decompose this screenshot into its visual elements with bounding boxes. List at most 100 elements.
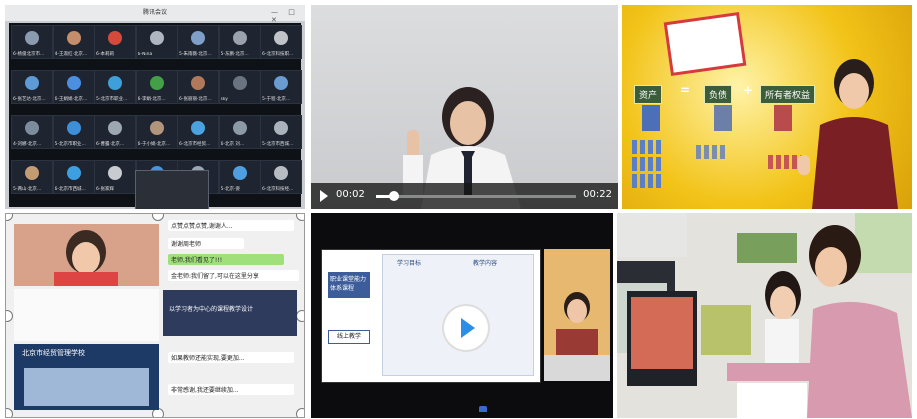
- slide-box: 职业课堂能力体系课程: [328, 272, 370, 298]
- participant-name: 6-张家辉: [96, 187, 114, 192]
- meeting-title: 腾讯会议: [5, 5, 305, 21]
- robots-and-presenter: [632, 59, 898, 209]
- participant-tile[interactable]: 6-李娟·北京...: [135, 70, 178, 104]
- participant-name: 5-北京市职业...: [96, 97, 128, 102]
- resize-handle[interactable]: [152, 214, 164, 221]
- avatar: [274, 166, 288, 180]
- participant-name: 6-北京市西城...: [54, 187, 86, 192]
- resize-handle[interactable]: [296, 214, 304, 221]
- avatar: [66, 121, 81, 135]
- participant-tile[interactable]: 6-北京科技职...: [260, 25, 302, 59]
- participant-tile[interactable]: 5-北京市职业...: [52, 115, 95, 149]
- avatar: [108, 31, 122, 45]
- avatar: [108, 121, 122, 135]
- resize-handle[interactable]: [296, 310, 304, 322]
- participant-tile[interactable]: 5-朱雨薇·北京...: [177, 25, 219, 59]
- participant-tile[interactable]: 6-曹露·北京...: [94, 115, 136, 149]
- video-player[interactable]: 00:02 00:22: [311, 5, 618, 209]
- participant-tile[interactable]: 6-张丽丽·北京...: [177, 70, 219, 104]
- participant-tile[interactable]: 6-北京科技经...: [260, 160, 302, 194]
- chat-message: 非常感谢,我还要继续加...: [168, 384, 294, 395]
- resize-handle[interactable]: [6, 408, 13, 417]
- participant-name: 6-Nina: [137, 52, 153, 57]
- participant-tile[interactable]: 6-本莉莉: [94, 25, 136, 59]
- participant-tile[interactable]: 6-杨俊北京市...: [11, 25, 53, 59]
- participant-name: 4-王淑红·北京...: [54, 52, 88, 57]
- scroll-indicator[interactable]: [479, 406, 487, 412]
- meeting-window: 腾讯会议 — □ ✕ 6-杨俊北京市... 4-王淑红·北京... 6-本莉莉 6-N…: [5, 5, 305, 209]
- participant-tile[interactable]: 6-北京 刘...: [218, 115, 261, 149]
- progress-knob[interactable]: [389, 191, 399, 201]
- chat-list: [14, 289, 159, 341]
- avatar: [191, 76, 205, 90]
- participant-name: 6-张艺达·北京...: [13, 97, 46, 102]
- avatar: [149, 121, 164, 135]
- participant-tile[interactable]: 5-两山·北京...: [11, 160, 53, 194]
- avatar: [66, 31, 81, 45]
- participant-name: 6-北京 刘...: [220, 142, 245, 147]
- participant-tile[interactable]: 5-北京·姿: [218, 160, 261, 194]
- avatar: [25, 166, 39, 180]
- avatar: [108, 166, 122, 180]
- chat-message: 金老师:我们留了,可以在这里分享: [168, 270, 299, 281]
- resize-handle[interactable]: [6, 310, 13, 322]
- duration: 00:22: [583, 189, 612, 200]
- meeting-popup-panel[interactable]: [135, 170, 209, 209]
- avatar: [232, 166, 247, 180]
- chat-message: 点赞点赞点赞,谢谢人...: [168, 220, 294, 231]
- participant-tile[interactable]: 5-北京市职业...: [94, 70, 136, 104]
- teacher-webcam: [14, 224, 159, 286]
- school-name: 北京市经贸管理学校: [22, 349, 85, 357]
- participant-tile[interactable]: 5-东鹏·北京...: [218, 25, 261, 59]
- video-controls: 00:02 00:22: [311, 183, 618, 209]
- window-controls[interactable]: — □ ✕: [271, 8, 301, 24]
- participant-name: 6-王娟娟·北京...: [54, 97, 88, 102]
- lecture-slide: 职业课堂能力体系课程 线上教学 学习目标 教学内容: [321, 249, 541, 383]
- participant-tile[interactable]: sky: [218, 70, 261, 104]
- participant-name: 5-朱雨薇·北京...: [179, 52, 212, 57]
- teacher-figure: [403, 87, 521, 209]
- participant-name: 5-北京市西城...: [262, 142, 294, 147]
- progress-bar[interactable]: [376, 191, 576, 201]
- resize-handle[interactable]: [296, 408, 304, 417]
- participant-name: 5-两山·北京...: [13, 187, 42, 192]
- participant-name: 6-曹露·北京...: [96, 142, 125, 147]
- participant-tile[interactable]: 5-北京市西城...: [260, 115, 302, 149]
- participant-name: 6-于小娟·北京...: [137, 142, 171, 147]
- current-time: 00:02: [336, 189, 365, 200]
- participant-tile[interactable]: 6-Nina: [135, 25, 178, 59]
- participant-tile[interactable]: 5-于程·北京...: [260, 70, 302, 104]
- avatar: [232, 76, 247, 90]
- accounting-animation: 资产 = 负债 + 所有者权益: [622, 5, 912, 209]
- avatar: [274, 31, 288, 45]
- participant-tile[interactable]: 6-北京市经贸...: [177, 115, 219, 149]
- participant-name: 5-东鹏·北京...: [220, 52, 249, 57]
- participant-name: 5-北京市职业...: [54, 142, 86, 147]
- school-banner: 北京市经贸管理学校: [14, 344, 159, 410]
- avatar: [25, 121, 39, 135]
- participant-name: 5-北京·姿: [220, 187, 240, 192]
- slide-thumbnail: 以学习者为中心的课程教学设计: [163, 290, 297, 336]
- lecture-video[interactable]: 职业课堂能力体系课程 线上教学 学习目标 教学内容: [311, 213, 613, 418]
- participant-tile[interactable]: 6-北京市西城...: [52, 160, 95, 194]
- participant-tile[interactable]: 6-张艺达·北京...: [11, 70, 53, 104]
- office-photo: [617, 213, 912, 418]
- participant-tile[interactable]: 4-王淑红·北京...: [52, 25, 95, 59]
- avatar: [108, 76, 122, 90]
- play-button[interactable]: [444, 306, 488, 350]
- participant-tile[interactable]: 6-于小娟·北京...: [135, 115, 178, 149]
- participant-name: 6-本莉莉: [96, 52, 114, 57]
- play-icon[interactable]: [320, 190, 328, 202]
- participant-name: 6-杨俊北京市...: [13, 52, 45, 57]
- avatar: [232, 31, 247, 45]
- table-header: 学习目标: [397, 260, 422, 267]
- avatar: [274, 76, 288, 90]
- video-frame: [311, 5, 618, 209]
- avatar: [274, 121, 288, 135]
- resize-handle[interactable]: [6, 214, 13, 221]
- participant-tile[interactable]: 4-刘娜·北京...: [11, 115, 53, 149]
- avatar: [232, 121, 247, 135]
- participant-tile[interactable]: 6-王娟娟·北京...: [52, 70, 95, 104]
- avatar: [149, 76, 164, 90]
- participant-tile[interactable]: 6-张家辉: [94, 160, 136, 194]
